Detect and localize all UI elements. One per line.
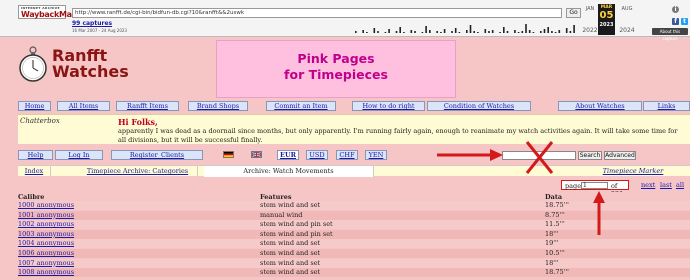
movements-table-header: Calibre Features Data xyxy=(18,192,690,201)
archive-tabs: Index Timepiece Archive: Categories Arch… xyxy=(18,165,690,177)
currency-eur[interactable]: EUR xyxy=(277,150,299,160)
wayback-current-day: 05 xyxy=(599,10,614,21)
calibre-link[interactable]: 1007 anonymous xyxy=(18,259,74,268)
table-row: 1000 anonymous stem wind and set 18.75''' xyxy=(18,201,690,210)
pagination: page 1 of 221 next last all xyxy=(561,180,690,198)
wayback-next-month[interactable]: AUG xyxy=(617,6,637,12)
banner-line1: Pink Pages xyxy=(297,51,375,66)
features-cell: stem wind and set xyxy=(260,239,321,248)
data-cell: 11.5''' xyxy=(545,220,565,229)
calibre-link[interactable]: 1006 anonymous xyxy=(18,249,74,258)
tab-watch-movements[interactable]: Archive: Watch Movements xyxy=(204,166,374,177)
nav-about-watches[interactable]: About Watches xyxy=(558,101,642,111)
next-page-link[interactable]: next xyxy=(641,181,655,189)
features-cell: stem wind and set xyxy=(260,201,321,209)
header-features: Features xyxy=(260,193,292,201)
calibre-link[interactable]: 1003 anonymous xyxy=(18,230,74,239)
wayback-prev-month[interactable]: JAN xyxy=(580,6,600,12)
nav-commit-item[interactable]: Commit an Item xyxy=(266,101,336,111)
table-row: 1001 anonymous manual wind 8.75''' xyxy=(18,210,690,220)
tab-categories[interactable]: Timepiece Archive: Categories xyxy=(78,166,198,177)
chatterbox-text: apparently I was dead as a doornail sinc… xyxy=(118,127,678,144)
wayback-current-date: MAR 05 2023 xyxy=(598,4,615,35)
site-title[interactable]: Ranfft Watches xyxy=(52,48,129,80)
wayback-current-year: 2023 xyxy=(599,22,614,28)
features-cell: stem wind and set xyxy=(260,249,321,257)
nav-links[interactable]: Links xyxy=(643,101,690,111)
wayback-toolbar: INTERNET ARCHIVE WaybackMachine http://w… xyxy=(0,0,690,41)
data-cell: 8.75''' xyxy=(545,210,565,219)
page-label: page xyxy=(565,182,582,190)
wayback-go-button[interactable]: Go xyxy=(566,8,581,18)
data-cell: 18.75''' xyxy=(545,268,569,277)
chatterbox-title: Hi Folks, xyxy=(118,117,158,127)
currency-chf[interactable]: CHF xyxy=(336,150,358,160)
header-calibre: Calibre xyxy=(18,193,45,201)
wayback-prev-year[interactable]: 2022 xyxy=(580,27,600,34)
search-button[interactable]: Search xyxy=(578,151,602,160)
flag-uk-icon[interactable] xyxy=(251,151,262,158)
wayback-next-year[interactable]: 2024 xyxy=(617,27,637,34)
features-cell: stem wind and set xyxy=(260,258,321,267)
table-row: 1004 anonymous stem wind and set 19''' xyxy=(18,239,690,249)
nav-brand-shops[interactable]: Brand Shops xyxy=(188,101,248,111)
calibre-link[interactable]: 1008 anonymous xyxy=(18,268,74,277)
all-pages-link[interactable]: all xyxy=(676,181,684,189)
currency-yen[interactable]: YEN xyxy=(365,150,387,160)
register-button[interactable]: Register_Clients xyxy=(111,150,203,160)
data-cell: 18''' xyxy=(545,229,559,238)
twitter-icon[interactable]: t xyxy=(681,18,688,25)
info-icon[interactable]: i xyxy=(672,6,679,13)
wayback-captures-link[interactable]: 99 captures xyxy=(72,20,112,27)
page-number-input[interactable]: 1 xyxy=(581,182,608,189)
calibre-link[interactable]: 1004 anonymous xyxy=(18,239,74,248)
table-row: 1006 anonymous stem wind and set 10.5''' xyxy=(18,249,690,258)
login-button[interactable]: Log In xyxy=(55,150,103,160)
search-input[interactable] xyxy=(502,151,576,160)
tab-index[interactable]: Index xyxy=(18,166,51,177)
header-data: Data xyxy=(545,193,563,201)
wayback-capture-range: 16 Mar 2007 - 24 Aug 2023 xyxy=(72,28,127,33)
pink-pages-banner: Pink Pages for Timepieces xyxy=(216,40,456,98)
facebook-icon[interactable]: f xyxy=(672,18,679,25)
wayback-about-capture-button[interactable]: About this capture xyxy=(652,28,688,41)
tab-timepiece-marker[interactable]: Timepiece Marker xyxy=(578,166,688,177)
banner-line2: for Timepieces xyxy=(284,67,388,82)
currency-usd[interactable]: USD xyxy=(306,150,328,160)
wayback-logo[interactable]: INTERNET ARCHIVE WaybackMachine xyxy=(18,5,95,19)
features-cell: stem wind and pin set xyxy=(260,220,333,229)
features-cell: stem wind and set xyxy=(260,268,321,277)
wayback-capture-sparkline[interactable] xyxy=(355,21,580,33)
chatterbox-label: Chatterbox xyxy=(20,117,60,125)
watch-logo-icon[interactable] xyxy=(18,46,48,82)
nav-ranfft-items[interactable]: Ranfft Items xyxy=(116,101,179,111)
data-cell: 19''' xyxy=(545,239,559,248)
nav-condition-of-watches[interactable]: Condition of Watches xyxy=(427,101,531,111)
data-cell: 10.5''' xyxy=(545,249,565,257)
calibre-link[interactable]: 1001 anonymous xyxy=(18,211,74,220)
table-row: 1007 anonymous stem wind and set 18''' xyxy=(18,258,690,268)
nav-home[interactable]: Home xyxy=(18,101,51,111)
table-row: 1003 anonymous stem wind and pin set 18''' xyxy=(18,229,690,239)
nav-how-to-do-right[interactable]: How to do right xyxy=(352,101,425,111)
site-title-line2: Watches xyxy=(52,62,129,81)
features-cell: stem wind and pin set xyxy=(260,229,333,238)
data-cell: 18''' xyxy=(545,258,559,267)
table-row: 1002 anonymous stem wind and pin set 11.5'… xyxy=(18,220,690,230)
calibre-link[interactable]: 1002 anonymous xyxy=(18,220,74,229)
last-page-link[interactable]: last xyxy=(660,181,672,189)
features-cell: manual wind xyxy=(260,210,303,219)
data-cell: 18.75''' xyxy=(545,201,569,209)
chatterbox: Chatterbox Hi Folks, apparently I was de… xyxy=(18,114,690,144)
calibre-link[interactable]: 1000 anonymous xyxy=(18,201,74,210)
page-selector: page 1 of 221 xyxy=(561,180,629,198)
wayback-url-input[interactable]: http://www.ranfft.de/cgi-bin/bidfun-db.c… xyxy=(72,8,562,18)
advanced-search-button[interactable]: Advanced xyxy=(604,151,636,160)
table-row: 1008 anonymous stem wind and set 18.75''' xyxy=(18,268,690,278)
help-button[interactable]: Help xyxy=(18,150,53,160)
nav-all-items[interactable]: All Items xyxy=(57,101,110,111)
flag-de-icon[interactable] xyxy=(223,151,234,158)
main-nav: Home All Items Ranfft Items Brand Shops … xyxy=(18,101,690,112)
